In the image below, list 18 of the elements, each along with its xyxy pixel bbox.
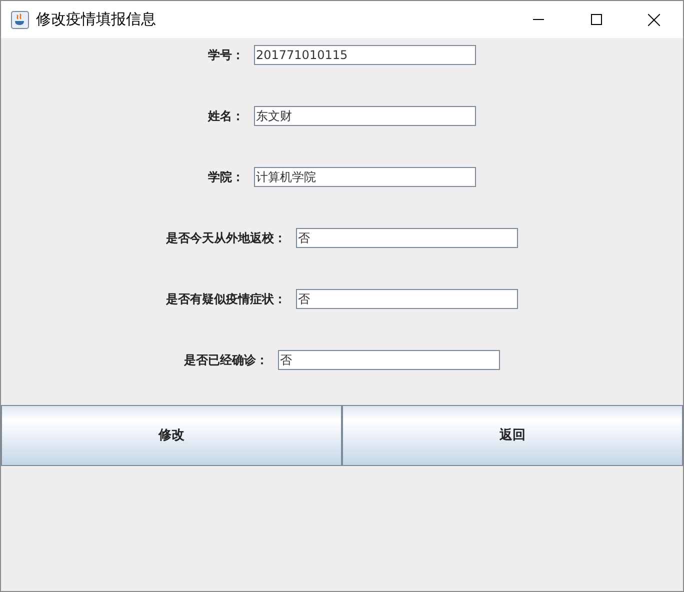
- field-label: 是否已经确诊：: [184, 352, 268, 369]
- field-label: 是否有疑似疫情症状：: [166, 291, 286, 308]
- modify-button[interactable]: 修改: [1, 405, 342, 466]
- field-label: 是否今天从外地返校：: [166, 230, 286, 247]
- input-field[interactable]: 否: [296, 289, 518, 309]
- input-field[interactable]: 东文财: [254, 106, 476, 126]
- input-field[interactable]: 计算机学院: [254, 167, 476, 187]
- maximize-icon: [590, 14, 602, 25]
- app-icon: [11, 10, 29, 28]
- field-label: 学院：: [208, 169, 244, 186]
- field-label: 姓名：: [208, 108, 244, 125]
- input-field[interactable]: 201771010115: [254, 45, 476, 65]
- window-title: 修改疫情填报信息: [36, 9, 156, 30]
- close-icon: [648, 14, 660, 26]
- field-label: 学号：: [208, 47, 244, 64]
- input-field[interactable]: 否: [278, 350, 500, 370]
- back-button[interactable]: 返回: [342, 405, 683, 466]
- input-field[interactable]: 否: [296, 228, 518, 248]
